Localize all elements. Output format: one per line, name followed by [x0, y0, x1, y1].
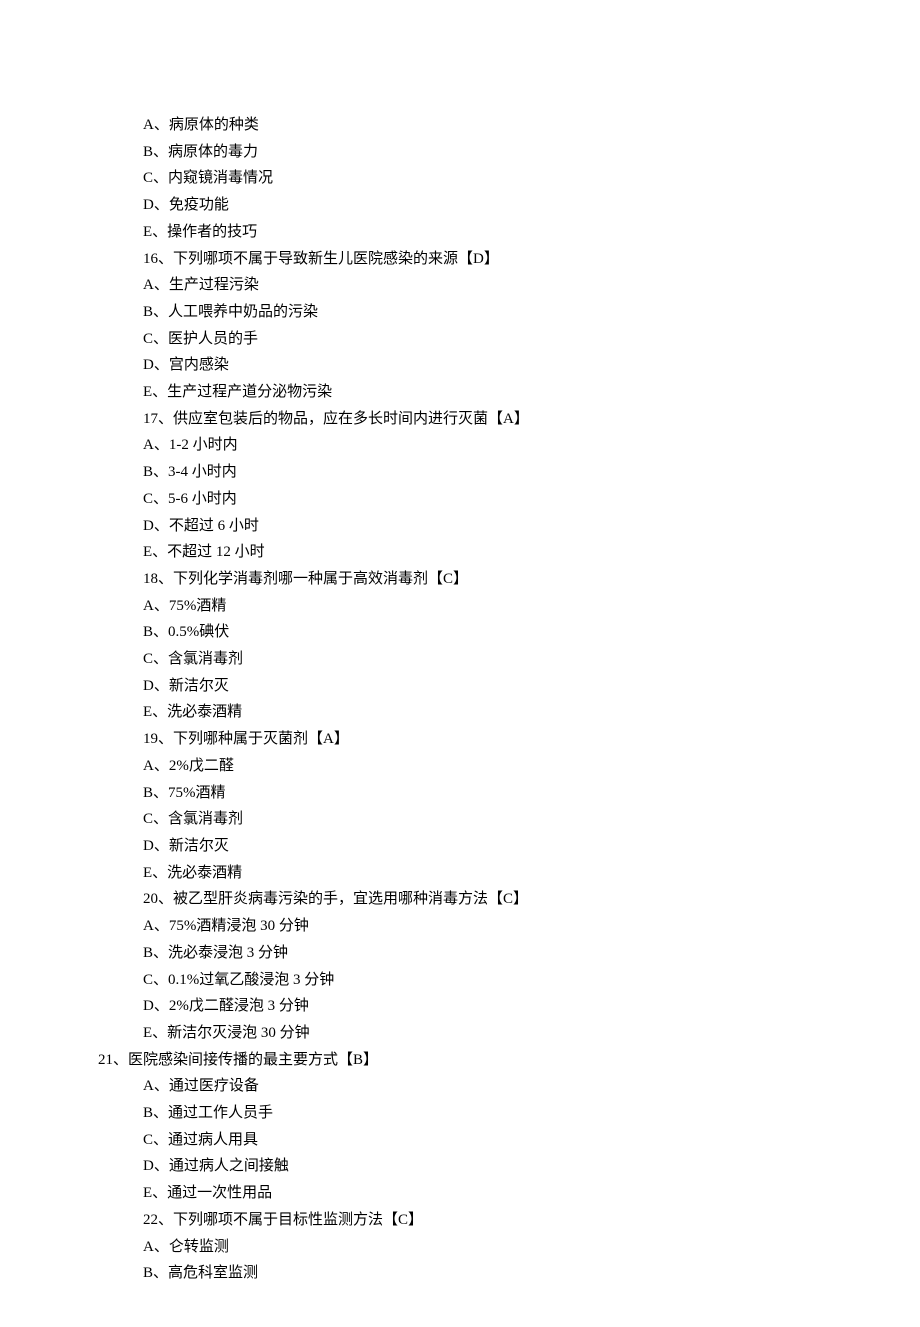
text-line: D、新洁尔灭 — [98, 833, 823, 860]
text-line: E、洗必泰酒精 — [98, 860, 823, 887]
text-line: C、医护人员的手 — [98, 326, 823, 353]
text-line: D、2%戊二醛浸泡 3 分钟 — [98, 993, 823, 1020]
text-line: D、不超过 6 小时 — [98, 513, 823, 540]
text-line: C、含氯消毒剂 — [98, 646, 823, 673]
text-line: D、新洁尔灭 — [98, 673, 823, 700]
text-line: A、生产过程污染 — [98, 272, 823, 299]
text-line: 21、医院感染间接传播的最主要方式【B】 — [98, 1047, 823, 1074]
text-line: B、0.5%碘伏 — [98, 619, 823, 646]
text-line: E、新洁尔灭浸泡 30 分钟 — [98, 1020, 823, 1047]
text-line: B、高危科室监测 — [98, 1260, 823, 1287]
text-line: D、免疫功能 — [98, 192, 823, 219]
text-line: C、通过病人用具 — [98, 1127, 823, 1154]
text-line: C、内窥镜消毒情况 — [98, 165, 823, 192]
text-line: E、生产过程产道分泌物污染 — [98, 379, 823, 406]
text-line: 19、下列哪种属于灭菌剂【A】 — [98, 726, 823, 753]
text-line: E、洗必泰酒精 — [98, 699, 823, 726]
text-line: B、通过工作人员手 — [98, 1100, 823, 1127]
text-line: A、75%酒精 — [98, 593, 823, 620]
text-line: A、通过医疗设备 — [98, 1073, 823, 1100]
text-line: 22、下列哪项不属于目标性监测方法【C】 — [98, 1207, 823, 1234]
text-line: B、洗必泰浸泡 3 分钟 — [98, 940, 823, 967]
text-line: A、2%戊二醛 — [98, 753, 823, 780]
text-line: B、病原体的毒力 — [98, 139, 823, 166]
text-line: A、仑转监测 — [98, 1234, 823, 1261]
text-line: D、通过病人之间接触 — [98, 1153, 823, 1180]
text-line: B、人工喂养中奶品的污染 — [98, 299, 823, 326]
text-line: A、75%酒精浸泡 30 分钟 — [98, 913, 823, 940]
document-page: A、病原体的种类B、病原体的毒力C、内窥镜消毒情况D、免疫功能E、操作者的技巧1… — [0, 0, 920, 1327]
text-line: A、1-2 小时内 — [98, 432, 823, 459]
text-line: C、0.1%过氧乙酸浸泡 3 分钟 — [98, 967, 823, 994]
text-line: 18、下列化学消毒剂哪一种属于高效消毒剂【C】 — [98, 566, 823, 593]
text-line: E、通过一次性用品 — [98, 1180, 823, 1207]
text-line: C、5-6 小时内 — [98, 486, 823, 513]
text-line: 17、供应室包装后的物品，应在多长时间内进行灭菌【A】 — [98, 406, 823, 433]
text-line: E、不超过 12 小时 — [98, 539, 823, 566]
text-line: E、操作者的技巧 — [98, 219, 823, 246]
text-line: C、含氯消毒剂 — [98, 806, 823, 833]
text-line: B、3-4 小时内 — [98, 459, 823, 486]
text-line: A、病原体的种类 — [98, 112, 823, 139]
text-line: D、宫内感染 — [98, 352, 823, 379]
text-line: 16、下列哪项不属于导致新生儿医院感染的来源【D】 — [98, 246, 823, 273]
text-line: 20、被乙型肝炎病毒污染的手，宜选用哪种消毒方法【C】 — [98, 886, 823, 913]
text-line: B、75%酒精 — [98, 780, 823, 807]
